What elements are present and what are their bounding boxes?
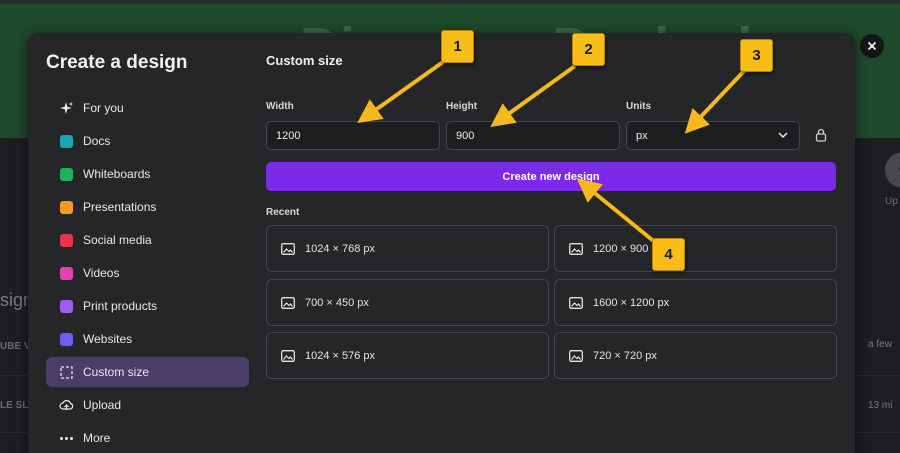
sidebar-item-label: Print products — [83, 299, 158, 313]
image-icon — [281, 296, 295, 309]
sidebar-item-custom-size[interactable]: Custom size — [46, 357, 249, 387]
recent-size-item[interactable]: 1600 × 1200 px — [554, 279, 837, 326]
sidebar-item-print-products[interactable]: Print products — [46, 291, 249, 321]
recent-size-label: 1024 × 768 px — [305, 242, 376, 255]
sidebar-item-label: Social media — [83, 233, 152, 247]
more-dots-icon — [59, 431, 74, 446]
recent-size-item[interactable]: 1024 × 576 px — [266, 332, 549, 379]
timestamp: 13 mi — [868, 400, 893, 411]
sidebar-item-docs[interactable]: Docs — [46, 126, 249, 156]
recent-size-label: 1024 × 576 px — [305, 349, 376, 362]
units-value: px — [636, 129, 648, 142]
image-icon — [569, 296, 583, 309]
image-icon — [569, 242, 583, 255]
width-value: 1200 — [276, 129, 301, 142]
units-label: Units — [626, 101, 651, 112]
modal-title: Create a design — [46, 52, 188, 73]
recent-size-label: 1600 × 1200 px — [593, 296, 670, 309]
sidebar-item-label: For you — [83, 101, 124, 115]
image-icon — [281, 349, 295, 362]
chevron-down-icon — [778, 132, 788, 139]
sidebar-item-for-you[interactable]: For you — [46, 93, 249, 123]
upload-icon — [898, 166, 900, 170]
sidebar-item-websites[interactable]: Websites — [46, 324, 249, 354]
videos-icon — [59, 266, 74, 281]
upload-cloud-icon — [59, 398, 74, 413]
callout-badge-2: 2 — [572, 33, 605, 66]
callout-badge-3: 3 — [740, 39, 773, 72]
recent-size-item[interactable]: 1024 × 768 px — [266, 225, 549, 272]
recent-size-item[interactable]: 1200 × 900 — [554, 225, 837, 272]
recent-size-item[interactable]: 720 × 720 px — [554, 332, 837, 379]
websites-icon — [59, 332, 74, 347]
upload-label: Up — [885, 196, 898, 207]
image-icon — [281, 242, 295, 255]
presentations-icon — [59, 200, 74, 215]
sidebar-item-whiteboards[interactable]: Whiteboards — [46, 159, 249, 189]
docs-icon — [59, 134, 74, 149]
sidebar-item-more[interactable]: More — [46, 423, 249, 453]
image-icon — [569, 349, 583, 362]
recent-size-item[interactable]: 700 × 450 px — [266, 279, 549, 326]
print-products-icon — [59, 299, 74, 314]
sidebar-item-label: Upload — [83, 398, 122, 412]
sparkle-icon — [59, 101, 74, 116]
sidebar-item-label: Presentations — [83, 200, 157, 214]
sidebar-item-label: Custom size — [83, 365, 150, 379]
recent-label: Recent — [266, 207, 300, 218]
social-media-icon — [59, 233, 74, 248]
height-value: 900 — [456, 129, 475, 142]
timestamp: a few — [868, 339, 892, 350]
sidebar-item-social-media[interactable]: Social media — [46, 225, 249, 255]
sidebar-item-label: Docs — [83, 134, 111, 148]
create-design-modal: Create a design For you Docs Whiteboards… — [28, 33, 855, 453]
section-title: Custom size — [266, 53, 343, 68]
create-new-design-button[interactable]: Create new design — [266, 162, 836, 191]
sidebar-item-label: Whiteboards — [83, 167, 151, 181]
recent-size-label: 1200 × 900 — [593, 242, 649, 255]
sidebar-item-presentations[interactable]: Presentations — [46, 192, 249, 222]
recent-size-label: 720 × 720 px — [593, 349, 657, 362]
background-row-label: LE SLI — [0, 400, 32, 411]
units-select[interactable]: px — [626, 121, 800, 150]
custom-size-panel: Custom size Width 1200 Height 900 Units … — [266, 33, 855, 453]
custom-size-icon — [59, 365, 74, 380]
whiteboards-icon — [59, 167, 74, 182]
height-input[interactable]: 900 — [446, 121, 620, 150]
sidebar-item-label: More — [83, 431, 111, 445]
sidebar-item-videos[interactable]: Videos — [46, 258, 249, 288]
callout-badge-1: 1 — [441, 30, 474, 63]
recent-size-label: 700 × 450 px — [305, 296, 369, 309]
lock-icon[interactable] — [815, 128, 827, 142]
close-button[interactable] — [860, 34, 884, 58]
close-icon — [867, 41, 877, 51]
sidebar-item-upload[interactable]: Upload — [46, 390, 249, 420]
sidebar-item-label: Videos — [83, 266, 120, 280]
height-label: Height — [446, 101, 478, 112]
callout-badge-4: 4 — [652, 238, 685, 271]
modal-sidebar: Create a design For you Docs Whiteboards… — [28, 33, 258, 453]
width-label: Width — [266, 101, 294, 112]
sidebar-item-label: Websites — [83, 332, 133, 346]
width-input[interactable]: 1200 — [266, 121, 440, 150]
